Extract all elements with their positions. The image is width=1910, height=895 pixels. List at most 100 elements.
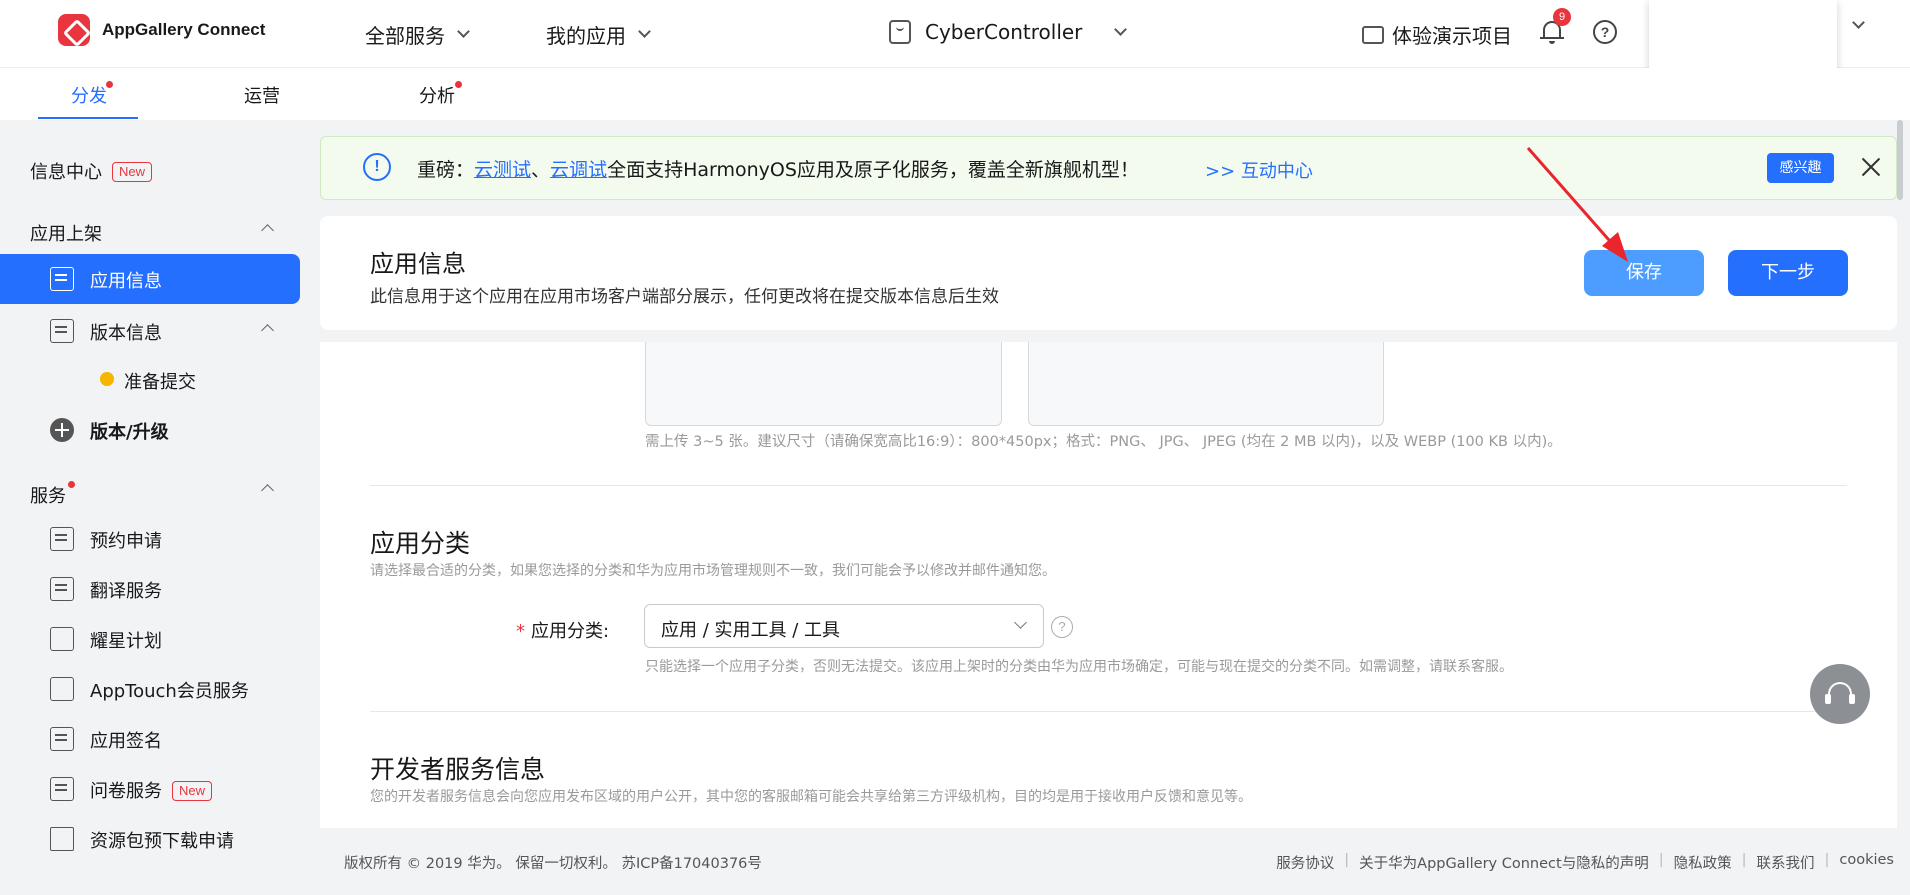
- services-dot: [68, 481, 75, 488]
- notification-badge: 9: [1553, 8, 1571, 26]
- category-section-title: 应用分类: [370, 529, 471, 558]
- help-icon[interactable]: ?: [1593, 20, 1617, 44]
- banner-text: 重磅：云测试、云调试全面支持HarmonyOS应用及原子化服务，覆盖全新旗舰机型…: [417, 155, 1139, 182]
- sidebar-item-apptouch[interactable]: AppTouch会员服务: [0, 664, 300, 714]
- app-bag-icon: [889, 20, 911, 44]
- sidebar-item-label: 预约申请: [90, 531, 162, 552]
- sidebar-item-version-upgrade[interactable]: 版本/升级: [0, 405, 300, 455]
- category-label-text: 应用分类:: [531, 621, 610, 642]
- my-apps-label: 我的应用: [546, 24, 626, 48]
- banner-message: 全面支持HarmonyOS应用及原子化服务，覆盖全新旗舰机型！: [607, 159, 1139, 181]
- chevron-up-icon[interactable]: [261, 224, 274, 237]
- my-apps-menu[interactable]: 我的应用: [546, 20, 651, 49]
- star-icon: [50, 627, 74, 651]
- sidebar-item-info-center[interactable]: 信息中心 New: [30, 158, 153, 184]
- status-dot-icon: [100, 372, 114, 386]
- tab-analytics-dot: [455, 81, 462, 88]
- sidebar-item-label: 版本/升级: [90, 422, 169, 443]
- info-center-label: 信息中心: [30, 162, 102, 183]
- tab-distribution[interactable]: 分发: [71, 82, 107, 108]
- package-icon: [50, 827, 74, 851]
- sidebar-item-label: 应用签名: [90, 731, 162, 752]
- sidebar-item-label: 问卷服务 New: [90, 777, 213, 803]
- sidebar-item-star-plan[interactable]: 耀星计划: [0, 614, 300, 664]
- screenshot-upload-slot[interactable]: [1028, 342, 1384, 426]
- reservation-icon: [50, 527, 74, 551]
- all-services-label: 全部服务: [365, 24, 445, 48]
- announcement-banner: ! 重磅：云测试、云调试全面支持HarmonyOS应用及原子化服务，覆盖全新旗舰…: [320, 136, 1897, 200]
- version-icon: [50, 319, 74, 343]
- interactive-center-link[interactable]: >> 互动中心: [1205, 157, 1313, 183]
- sidebar-item-label: 版本信息: [90, 323, 162, 344]
- demo-icon: [1362, 25, 1384, 44]
- chevron-down-icon: [638, 25, 651, 38]
- logo[interactable]: AppGallery Connect: [58, 14, 265, 46]
- privacy-policy-link[interactable]: 隐私政策: [1674, 852, 1732, 873]
- separator: |: [1824, 852, 1830, 868]
- separator: |: [1344, 852, 1350, 868]
- sub-navigation: 分发 运营 分析: [0, 68, 1910, 120]
- chevron-down-icon: [1114, 22, 1128, 36]
- sidebar-item-app-info[interactable]: 应用信息: [0, 254, 300, 304]
- service-agreement-link[interactable]: 服务协议: [1276, 852, 1334, 873]
- sidebar-item-label: 应用信息: [90, 271, 162, 292]
- appgallery-logo-icon: [58, 14, 90, 46]
- logo-text: AppGallery Connect: [102, 20, 266, 39]
- chevron-down-icon: [457, 25, 470, 38]
- sidebar-item-app-signing[interactable]: 应用签名: [0, 714, 300, 764]
- tab-operations[interactable]: 运营: [244, 82, 280, 108]
- new-badge: New: [172, 781, 213, 801]
- user-menu-toggle[interactable]: [1848, 16, 1865, 29]
- all-services-menu[interactable]: 全部服务: [365, 20, 470, 49]
- plus-circle-icon: [50, 418, 74, 442]
- close-icon[interactable]: [1857, 153, 1885, 181]
- active-tab-underline: [38, 117, 138, 119]
- sidebar-item-translation[interactable]: 翻译服务: [0, 564, 300, 614]
- sidebar-group-services[interactable]: 服务: [30, 482, 66, 508]
- app-name: CyberController: [925, 20, 1083, 44]
- cloud-debug-link[interactable]: 云调试: [550, 159, 607, 181]
- page-title: 应用信息: [370, 250, 466, 278]
- developer-description: 您的开发者服务信息会向您应用发布区域的用户公开，其中您的客服邮箱可能会共享给第三…: [370, 789, 1252, 805]
- next-step-button[interactable]: 下一步: [1728, 250, 1848, 296]
- contact-us-link[interactable]: 联系我们: [1756, 852, 1814, 873]
- demo-project-link[interactable]: 体验演示项目: [1362, 20, 1512, 49]
- demo-project-label: 体验演示项目: [1392, 24, 1512, 48]
- chevron-up-icon[interactable]: [261, 484, 274, 497]
- save-button[interactable]: 保存: [1584, 250, 1704, 296]
- footer: 版权所有 © 2019 华为。 保留一切权利。 苏ICP备17040376号 服…: [306, 842, 1910, 895]
- privacy-statement-link[interactable]: 关于华为AppGallery Connect与隐私的声明: [1359, 852, 1649, 873]
- sidebar-item-ready-submit[interactable]: 准备提交: [124, 368, 196, 394]
- tab-analytics[interactable]: 分析: [419, 82, 455, 108]
- top-header: AppGallery Connect 全部服务 我的应用 CyberContro…: [0, 0, 1910, 75]
- document-icon: [50, 267, 74, 291]
- screenshot-upload-slot[interactable]: [645, 342, 1002, 426]
- new-badge: New: [112, 162, 153, 182]
- cookies-link[interactable]: cookies: [1839, 852, 1894, 873]
- category-hint: 只能选择一个应用子分类，否则无法提交。该应用上架时的分类由华为应用市场确定，可能…: [645, 659, 1513, 675]
- screenshot-hint: 需上传 3~5 张。建议尺寸（请确保宽高比16:9）：800*450px；格式：…: [645, 434, 1562, 450]
- customer-support-button[interactable]: [1810, 664, 1870, 724]
- question-icon[interactable]: ?: [1051, 616, 1073, 638]
- chevron-down-icon: [1014, 616, 1027, 629]
- translate-icon: [50, 577, 74, 601]
- sidebar-item-reservation[interactable]: 预约申请: [0, 514, 300, 564]
- sidebar-item-survey[interactable]: 问卷服务 New: [0, 764, 300, 814]
- member-icon: [50, 677, 74, 701]
- user-menu[interactable]: [1649, 0, 1837, 75]
- banner-separator: 、: [531, 159, 551, 181]
- sidebar-item-resource-preload[interactable]: 资源包预下载申请: [0, 814, 300, 864]
- interest-button[interactable]: 感兴趣: [1767, 153, 1834, 183]
- separator: |: [1741, 852, 1747, 868]
- survey-label: 问卷服务: [90, 781, 162, 802]
- category-description: 请选择最合适的分类，如果您选择的分类和华为应用市场管理规则不一致，我们可能会予以…: [370, 563, 1056, 579]
- cloud-test-link[interactable]: 云测试: [474, 159, 531, 181]
- category-select[interactable]: 应用 / 实用工具 / 工具: [644, 604, 1044, 648]
- scrollbar[interactable]: [1897, 120, 1903, 200]
- developer-section-title: 开发者服务信息: [370, 755, 546, 784]
- sidebar-group-app-listing[interactable]: 应用上架: [30, 220, 102, 246]
- app-selector[interactable]: CyberController: [889, 20, 1128, 44]
- checklist-icon: [50, 777, 74, 801]
- sidebar-item-version-info[interactable]: 版本信息: [0, 306, 300, 356]
- sidebar-item-label: AppTouch会员服务: [90, 681, 249, 702]
